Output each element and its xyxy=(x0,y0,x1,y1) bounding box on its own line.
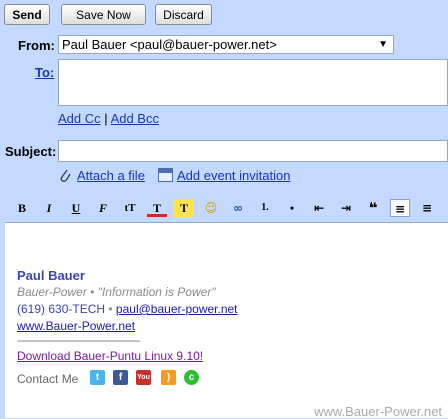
linkedin-icon[interactable]: c xyxy=(184,370,199,385)
emoticon-icon[interactable]: ☺ xyxy=(201,199,221,217)
subject-field[interactable] xyxy=(58,140,448,162)
youtube-icon[interactable]: You xyxy=(136,370,151,385)
paperclip-icon xyxy=(58,167,72,186)
cc-separator: | xyxy=(104,111,108,126)
calendar-icon xyxy=(158,168,173,182)
compose-toolbar: Send Save Now Discard xyxy=(0,0,448,30)
download-link[interactable]: Download Bauer-Puntu Linux 9.10! xyxy=(17,349,203,363)
watermark: www.Bauer-Power.net xyxy=(314,404,442,419)
facebook-icon[interactable]: f xyxy=(113,370,128,385)
formatting-toolbar: B I U F tT T T ☺ ∞ 1. • ⇤ ⇥ ❝ ≡ ≡ xyxy=(0,194,448,222)
quote-icon[interactable]: ❝ xyxy=(363,199,383,217)
send-button[interactable]: Send xyxy=(4,4,50,25)
chevron-down-icon: ▼ xyxy=(378,39,388,50)
italic-button[interactable]: I xyxy=(39,199,59,217)
signature-phone-line: (619) 630-TECH • paul@bauer-power.net xyxy=(17,302,238,316)
highlight-button[interactable]: T xyxy=(174,199,194,217)
bold-button[interactable]: B xyxy=(12,199,32,217)
twitter-icon[interactable]: t xyxy=(90,370,105,385)
link-icon[interactable]: ∞ xyxy=(228,199,248,217)
signature-divider: ----------------------------------------… xyxy=(17,335,141,347)
underline-button[interactable]: U xyxy=(66,199,86,217)
signature-email-link[interactable]: paul@bauer-power.net xyxy=(116,302,238,316)
rss-icon[interactable]: ) xyxy=(161,370,176,385)
contact-me-label: Contact Me xyxy=(17,372,79,386)
message-body-editor[interactable]: Paul Bauer Bauer-Power • "Information is… xyxy=(5,222,448,419)
discard-button[interactable]: Discard xyxy=(155,4,212,25)
from-value: Paul Bauer <paul@bauer-power.net> xyxy=(62,37,277,52)
signature-phone: (619) 630-TECH xyxy=(17,302,106,316)
add-bcc-link[interactable]: Add Bcc xyxy=(111,111,159,126)
numbered-list-icon[interactable]: 1. xyxy=(255,199,275,217)
text-color-button[interactable]: T xyxy=(147,199,167,217)
attach-file-link[interactable]: Attach a file xyxy=(77,168,145,183)
bulleted-list-icon[interactable]: • xyxy=(282,199,302,217)
add-event-invitation-link[interactable]: Add event invitation xyxy=(177,168,290,183)
signature-website-link[interactable]: www.Bauer-Power.net xyxy=(17,319,135,333)
from-select[interactable]: Paul Bauer <paul@bauer-power.net> ▼ xyxy=(58,35,394,54)
font-button[interactable]: F xyxy=(93,199,113,217)
signature-name: Paul Bauer xyxy=(17,268,85,283)
add-cc-link[interactable]: Add Cc xyxy=(58,111,101,126)
save-now-button[interactable]: Save Now xyxy=(61,4,146,25)
to-field[interactable] xyxy=(58,59,448,106)
font-size-button[interactable]: tT xyxy=(120,199,140,217)
subject-label: Subject: xyxy=(5,144,57,159)
outdent-icon[interactable]: ⇤ xyxy=(309,199,329,217)
cc-bcc-links: Add Cc | Add Bcc xyxy=(58,111,159,126)
from-label: From: xyxy=(18,38,55,53)
to-label[interactable]: To: xyxy=(35,65,54,80)
align-left-icon[interactable]: ≡ xyxy=(390,199,410,217)
indent-icon[interactable]: ⇥ xyxy=(336,199,356,217)
signature-separator: • xyxy=(108,302,113,316)
signature-tagline: Bauer-Power • "Information is Power" xyxy=(17,285,216,299)
align-center-icon[interactable]: ≡ xyxy=(417,199,437,217)
